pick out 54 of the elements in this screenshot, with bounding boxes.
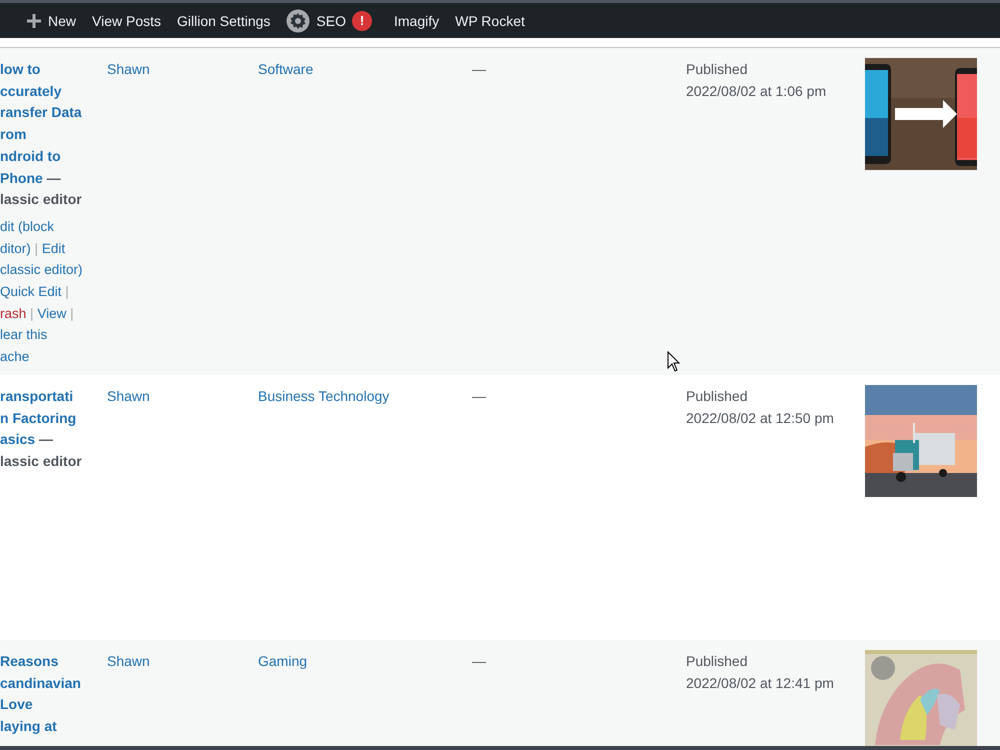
post-state: lassic editor (0, 453, 82, 470)
post-title-link[interactable]: ccurately (0, 82, 62, 99)
new-menu[interactable]: New (18, 3, 84, 38)
row-action-link[interactable]: lear this (0, 327, 48, 342)
row-action-link[interactable]: dit (block (0, 218, 54, 234)
tags-cell: — (472, 61, 486, 77)
post-title-link[interactable]: laying at (0, 718, 57, 734)
post-title-link[interactable]: candinavian (0, 674, 81, 691)
row-action-link[interactable]: Quick Edit (0, 284, 62, 300)
admin-menu-link[interactable]: WP Rocket (447, 3, 533, 38)
gear-icon (286, 8, 310, 32)
post-title-link[interactable]: Love (0, 696, 33, 712)
post-title-link[interactable]: n Factoring (0, 410, 76, 426)
post-date: 2022/08/02 at 12:50 pm (686, 408, 835, 428)
admin-menu-link[interactable]: Imagify (386, 3, 448, 38)
post-date: 2022/08/02 at 12:41 pm (686, 674, 835, 693)
seo-menu[interactable]: SEO ! (278, 3, 386, 38)
author-link[interactable]: Shawn (107, 61, 150, 77)
post-title-link[interactable]: ndroid to (0, 148, 61, 164)
post-title-link[interactable]: rom (0, 126, 26, 142)
admin-menu-link[interactable]: Gillion Settings (169, 3, 278, 38)
tags-cell: — (472, 388, 486, 404)
post-title-link[interactable]: low to (0, 61, 40, 77)
post-title-link[interactable]: ransportati (0, 388, 74, 404)
admin-menu-link[interactable]: View Posts (84, 3, 170, 38)
post-title-link[interactable]: Reasons (0, 653, 58, 669)
row-action-link[interactable]: Edit (42, 240, 66, 256)
post-state: lassic editor (0, 191, 82, 208)
row-action-link[interactable]: ache (0, 349, 30, 364)
action-separator: | (65, 284, 69, 300)
post-state: — (38, 431, 53, 448)
category-link[interactable]: Gaming (258, 653, 308, 669)
row-action-link[interactable]: ditor) (0, 240, 31, 256)
notification-badge: ! (352, 10, 372, 30)
action-separator: | (30, 306, 34, 321)
post-status: Published (686, 387, 748, 406)
plus-icon (26, 12, 42, 28)
post-date: 2022/08/02 at 1:06 pm (686, 82, 828, 101)
trash-link[interactable]: rash (0, 306, 26, 321)
category-link[interactable]: Business Technology (258, 388, 390, 404)
post-state: — (46, 170, 61, 186)
category-link[interactable]: Software (258, 61, 314, 77)
post-status: Published (686, 652, 748, 671)
row-action-link[interactable]: classic editor) (0, 262, 83, 278)
author-link[interactable]: Shawn (107, 653, 150, 669)
action-separator: | (34, 240, 38, 256)
post-title-link[interactable]: asics (0, 431, 36, 448)
action-separator: | (70, 306, 74, 321)
author-link[interactable]: Shawn (107, 388, 150, 404)
post-title-link[interactable]: ransfer Data (0, 104, 82, 120)
post-status: Published (686, 60, 748, 79)
post-title-link[interactable]: Phone (0, 170, 43, 186)
row-action-link[interactable]: View (37, 306, 66, 321)
tags-cell: — (472, 653, 486, 669)
